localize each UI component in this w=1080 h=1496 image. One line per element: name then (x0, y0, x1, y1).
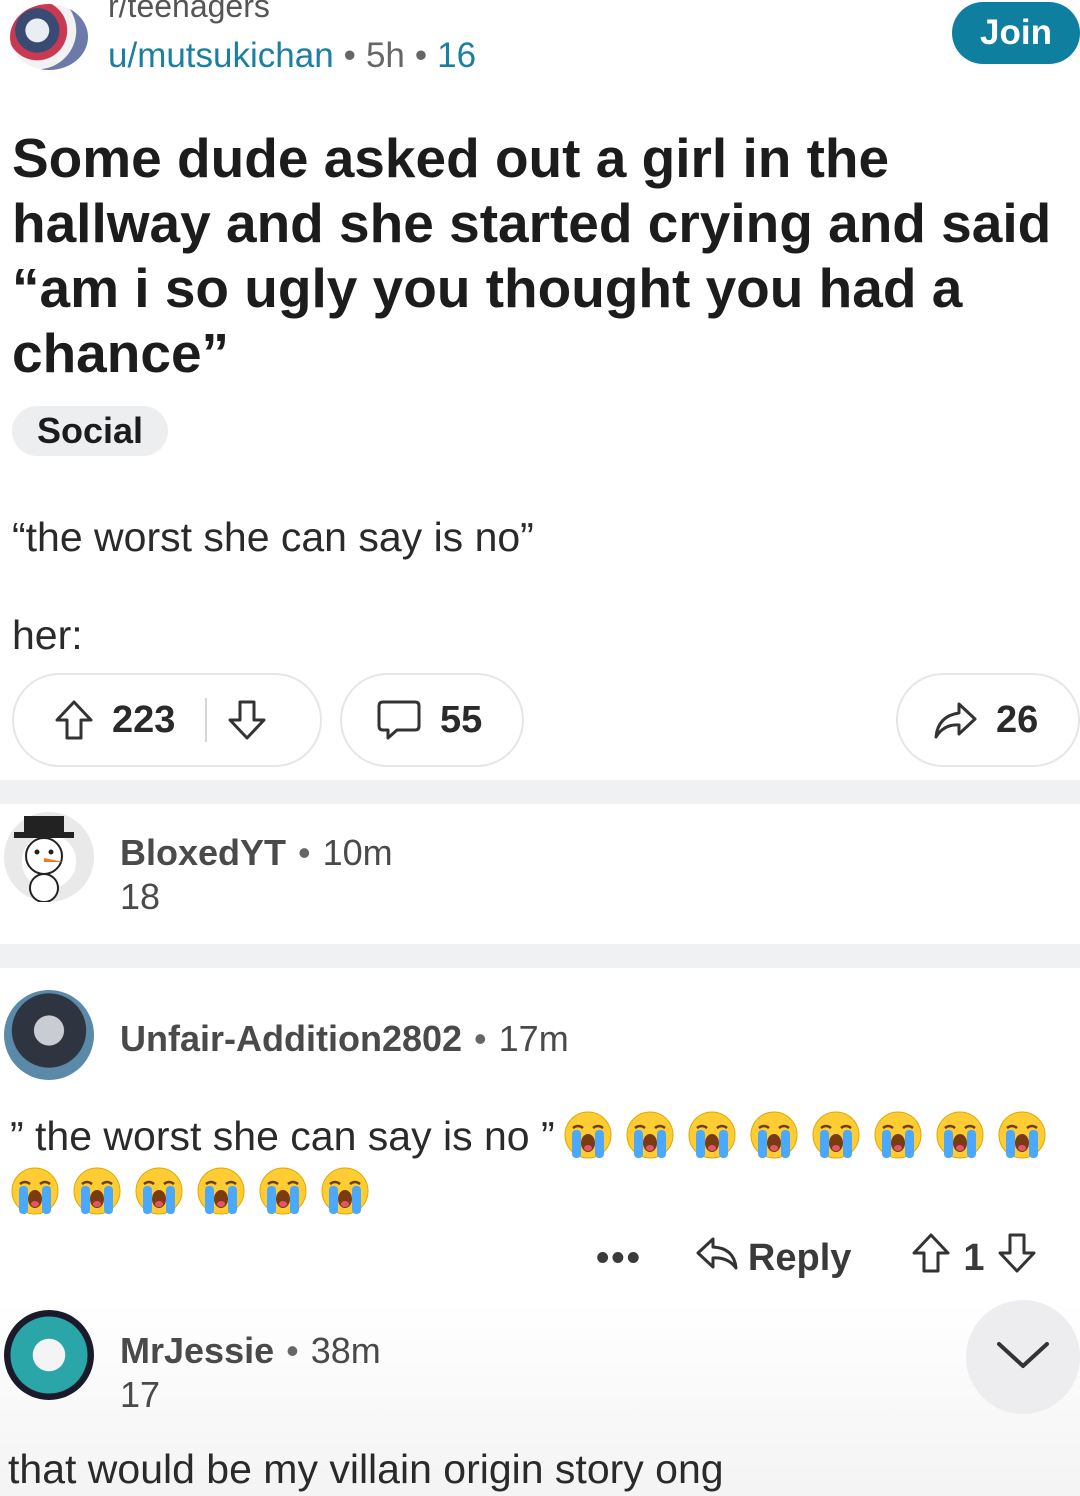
author-age: 17 (120, 1374, 161, 1415)
comment-author-line: Unfair-Addition2802 • 17m (120, 1018, 569, 1060)
robot-avatar[interactable] (4, 1310, 94, 1400)
post-title[interactable]: Some dude asked out a girl in the hallwa… (12, 126, 1072, 386)
loudly-crying-face-icon (10, 1166, 60, 1216)
join-button[interactable]: Join (952, 2, 1080, 64)
reply-label: Reply (747, 1236, 852, 1279)
loudly-crying-face-icon (258, 1166, 308, 1216)
post-header: r/teenagers u/mutsukichan • 5h • 16 Join (0, 0, 1080, 100)
comment-author-line: BloxedYT • 10m (120, 832, 393, 874)
comment-icon (376, 698, 422, 742)
comment-time: 10m (322, 832, 393, 873)
meta-separator: • (286, 1330, 299, 1371)
post-age: 5h (365, 36, 405, 75)
more-options-button[interactable]: ••• (596, 1237, 642, 1280)
loudly-crying-face-icon (563, 1110, 613, 1160)
meta-separator: • (414, 36, 428, 75)
comment-author-line: MrJessie • 38m (120, 1330, 381, 1372)
post-meta: u/mutsukichan • 5h • 16 (108, 36, 476, 76)
author-age: 16 (437, 36, 477, 75)
loudly-crying-face-icon (196, 1166, 246, 1216)
subreddit-name[interactable]: r/teenagers (108, 0, 270, 25)
loudly-crying-face-icon (320, 1166, 370, 1216)
comment-text: that would be my villain origin story on… (8, 1446, 724, 1492)
vote-separator (205, 698, 208, 742)
comment-count: 55 (440, 698, 483, 741)
vote-pill: 223 (12, 673, 322, 767)
helmet-avatar[interactable] (4, 990, 94, 1080)
comment-body: ” the worst she can say is no ” (10, 1108, 1080, 1220)
meta-separator: • (474, 1018, 487, 1059)
comment-time: 38m (310, 1330, 381, 1371)
upvote-count: 223 (112, 698, 176, 741)
upvote-icon[interactable] (911, 1232, 951, 1284)
section-divider (0, 944, 1080, 968)
post-author[interactable]: u/mutsukichan (108, 36, 334, 75)
loudly-crying-face-icon (72, 1166, 122, 1216)
upvote-icon[interactable] (54, 699, 94, 741)
snowman-avatar[interactable] (4, 812, 94, 903)
section-divider (0, 780, 1080, 804)
subreddit-avatar[interactable] (10, 4, 88, 70)
comment-time: 17m (498, 1018, 569, 1059)
loudly-crying-face-icon (625, 1110, 675, 1160)
comment-author[interactable]: Unfair-Addition2802 (120, 1018, 462, 1059)
downvote-icon[interactable] (997, 1232, 1037, 1284)
loudly-crying-face-icon (873, 1110, 923, 1160)
share-button[interactable]: 26 (896, 673, 1080, 767)
chevron-down-icon (995, 1339, 1051, 1376)
loudly-crying-face-icon (134, 1166, 184, 1216)
meta-separator: • (343, 36, 356, 75)
loudly-crying-face-icon (687, 1110, 737, 1160)
meta-separator: • (298, 832, 311, 873)
author-age: 18 (120, 876, 161, 917)
share-icon (932, 700, 978, 740)
post-flair[interactable]: Social (12, 406, 169, 456)
downvote-icon[interactable] (227, 699, 267, 741)
loudly-crying-face-icon (749, 1110, 799, 1160)
loudly-crying-face-icon (935, 1110, 985, 1160)
reply-button[interactable]: Reply (694, 1233, 851, 1283)
post-body-line: “the worst she can say is no” (12, 514, 534, 560)
comment-author[interactable]: MrJessie (120, 1330, 274, 1371)
loudly-crying-face-icon (997, 1110, 1047, 1160)
collapse-button[interactable] (966, 1300, 1080, 1414)
share-count: 26 (996, 698, 1039, 741)
comment-score: 1 (963, 1236, 985, 1279)
comments-button[interactable]: 55 (340, 673, 524, 767)
reply-icon (694, 1233, 748, 1283)
comment-author[interactable]: BloxedYT (120, 832, 286, 873)
comment-actions: ••• Reply 1 (596, 1228, 1037, 1288)
post-body-line: her: (12, 612, 83, 658)
comment-text: ” the worst she can say is no ” (10, 1113, 555, 1159)
loudly-crying-face-icon (811, 1110, 861, 1160)
